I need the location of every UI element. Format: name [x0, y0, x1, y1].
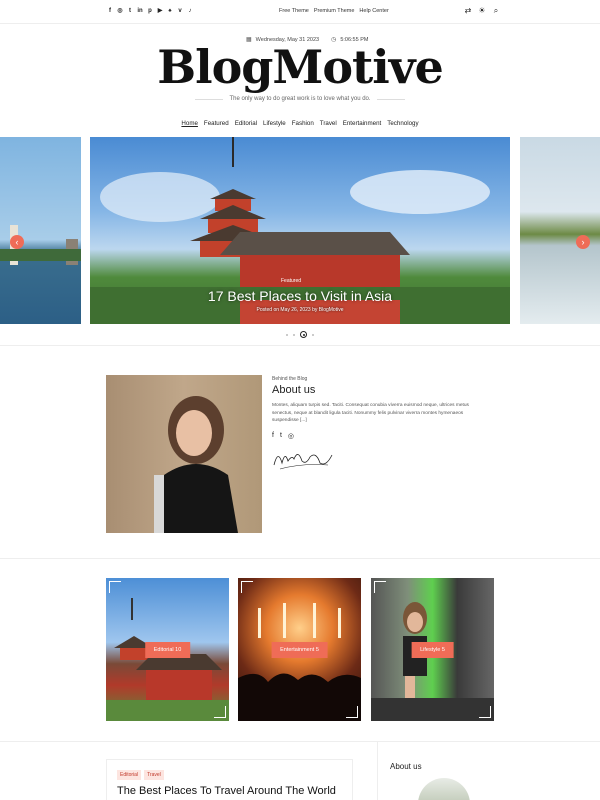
slide-title[interactable]: 17 Best Places to Visit in Asia — [90, 288, 510, 304]
about-social-links: f t ◎ — [272, 432, 294, 440]
corner-frame — [241, 581, 253, 593]
post-title[interactable]: The Best Places To Travel Around The Wor… — [117, 784, 347, 800]
divider — [376, 98, 406, 100]
category-card-entertainment[interactable]: Entertainment 5 — [238, 578, 361, 721]
theme-toggle-icon[interactable]: ☀ — [478, 7, 486, 15]
slider-next-button[interactable]: › — [576, 235, 590, 249]
about-title: About us — [272, 384, 316, 396]
about-text: Montes, aliquam turpis sed. Taciti. Cons… — [272, 403, 469, 423]
slider-dot[interactable] — [286, 333, 288, 336]
youtube-icon[interactable]: ▶ — [157, 8, 163, 15]
nav-item-featured[interactable]: Featured — [204, 120, 229, 127]
sidebar-divider — [377, 742, 378, 800]
city-skyline-image — [0, 225, 81, 265]
tagline: The only way to do great work is to love… — [229, 96, 371, 102]
nav-item-travel[interactable]: Travel — [320, 120, 337, 127]
post-card[interactable]: Editorial Travel The Best Places To Trav… — [106, 759, 353, 800]
section-divider — [0, 558, 600, 559]
about-photo — [106, 375, 262, 533]
divider — [195, 98, 224, 100]
slider-pagination — [286, 331, 314, 338]
category-label[interactable]: Entertainment 5 — [271, 642, 328, 658]
slide-meta: Posted on May 26, 2023 by BlogMotive — [256, 307, 344, 313]
top-link-free-theme[interactable]: Free Theme — [279, 8, 309, 14]
slide-previous[interactable] — [0, 137, 81, 324]
facebook-icon[interactable]: f — [107, 8, 113, 15]
social-links: f ◎ t in p ▶ ♠ v ♪ — [107, 8, 193, 15]
signature-image — [273, 454, 333, 470]
nav-item-editorial[interactable]: Editorial — [235, 120, 257, 127]
vk-icon[interactable]: v — [177, 8, 183, 15]
category-card-lifestyle[interactable]: Lifestyle 5 — [371, 578, 494, 721]
nav-item-fashion[interactable]: Fashion — [292, 120, 314, 127]
instagram-icon[interactable]: ◎ — [117, 8, 123, 15]
instagram-icon[interactable]: ◎ — [288, 432, 294, 440]
slider-dot[interactable] — [312, 333, 314, 336]
avatar — [418, 778, 470, 800]
top-tools: ⇄ ☀ ⌕ — [464, 7, 500, 15]
linkedin-icon[interactable]: in — [137, 8, 143, 15]
slider-dot-active[interactable] — [300, 331, 307, 338]
top-links: Free Theme Premium Theme Help Center — [279, 8, 389, 14]
search-icon[interactable]: ⌕ — [492, 7, 500, 15]
tiktok-icon[interactable]: ♪ — [187, 8, 193, 15]
snapchat-icon[interactable]: ♠ — [167, 8, 173, 15]
corner-frame — [109, 581, 121, 593]
shuffle-icon[interactable]: ⇄ — [464, 7, 472, 15]
nav-item-home[interactable]: Home — [181, 120, 198, 127]
facebook-icon[interactable]: f — [272, 432, 274, 440]
tag-editorial[interactable]: Editorial — [117, 770, 142, 780]
slider-prev-button[interactable]: ‹ — [10, 235, 24, 249]
nav-item-lifestyle[interactable]: Lifestyle — [263, 120, 286, 127]
woman-portrait-image — [154, 396, 238, 533]
slide-next[interactable] — [520, 137, 600, 324]
pinterest-icon[interactable]: p — [147, 8, 153, 15]
nav-item-technology[interactable]: Technology — [387, 120, 418, 127]
category-card-editorial[interactable]: Editorial 10 — [106, 578, 229, 721]
corner-frame — [346, 706, 358, 718]
top-link-premium-theme[interactable]: Premium Theme — [314, 8, 355, 14]
main-nav: Home Featured Editorial Lifestyle Fashio… — [0, 120, 600, 127]
category-label[interactable]: Lifestyle 5 — [411, 642, 454, 658]
top-link-help-center[interactable]: Help Center — [359, 8, 388, 14]
corner-frame — [214, 706, 226, 718]
top-bar: f ◎ t in p ▶ ♠ v ♪ Free Theme Premium Th… — [0, 0, 600, 24]
section-divider — [0, 345, 600, 346]
slide-category-badge[interactable]: Featured — [281, 278, 301, 284]
corner-frame — [374, 581, 386, 593]
sidebar-widget-title: About us — [390, 762, 422, 771]
corner-frame — [479, 706, 491, 718]
about-kicker: Behind the Blog — [272, 376, 308, 382]
tagline-row: The only way to do great work is to love… — [195, 96, 406, 102]
site-logo[interactable]: BlogMotive — [0, 40, 600, 94]
category-label[interactable]: Editorial 10 — [144, 642, 191, 658]
twitter-icon[interactable]: t — [280, 432, 282, 440]
twitter-icon[interactable]: t — [127, 8, 133, 15]
slider-dot[interactable] — [293, 333, 295, 336]
post-tags: Editorial Travel — [117, 770, 164, 780]
section-divider — [0, 741, 600, 742]
tag-travel[interactable]: Travel — [144, 770, 164, 780]
nav-item-entertainment[interactable]: Entertainment — [343, 120, 382, 127]
